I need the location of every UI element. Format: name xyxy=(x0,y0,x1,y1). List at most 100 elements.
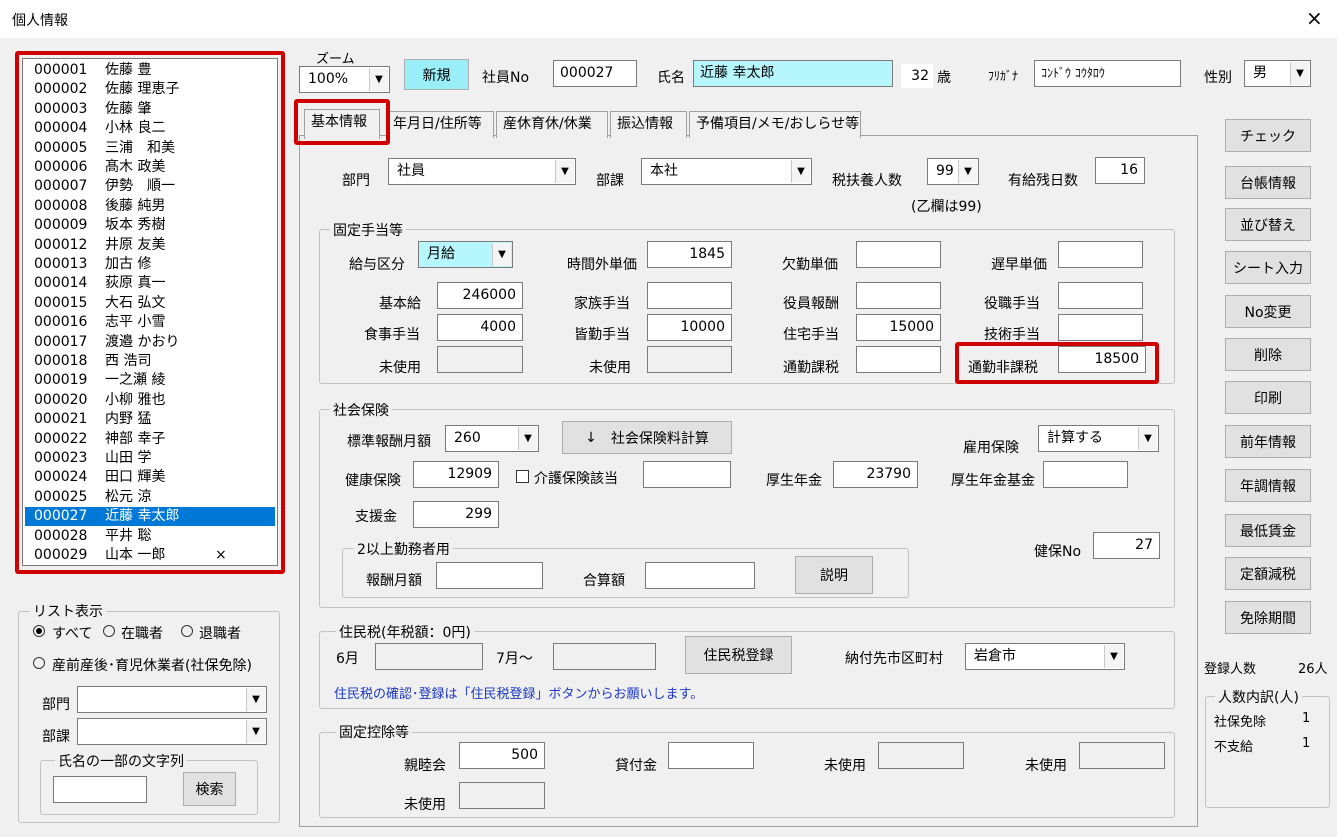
employee-row[interactable]: 000007 伊勢 順一 xyxy=(25,177,275,196)
employee-row[interactable]: 000001 佐藤 豊 xyxy=(25,61,275,80)
absence-field[interactable] xyxy=(856,241,941,268)
care-ins-checkbox[interactable] xyxy=(516,470,529,483)
health-ins-field[interactable]: 12909 xyxy=(413,461,499,488)
employee-row[interactable]: 000005 三浦 和美 xyxy=(25,139,275,158)
sum-field[interactable] xyxy=(645,562,755,589)
tab-dates-address[interactable]: 年月日/住所等 xyxy=(386,111,494,138)
pension-fund-field[interactable] xyxy=(1043,461,1128,488)
family-field[interactable] xyxy=(647,282,732,309)
health-no-field[interactable]: 27 xyxy=(1093,532,1160,559)
employee-row[interactable]: 000018 西 浩司 xyxy=(25,352,275,371)
employee-row[interactable]: 000029 山本 一郎 × xyxy=(25,546,275,565)
commute-tax-field[interactable] xyxy=(856,346,941,373)
employee-row[interactable]: 000002 佐藤 理恵子 xyxy=(25,80,275,99)
loan-field[interactable] xyxy=(668,742,754,769)
employee-row[interactable]: 000006 髙木 政美 xyxy=(25,158,275,177)
employee-row[interactable]: 000003 佐藤 肇 xyxy=(25,100,275,119)
filter-dept-select[interactable]: ▼ xyxy=(77,686,267,713)
side-button-1[interactable]: チェック xyxy=(1225,119,1311,152)
employee-list[interactable]: 000001 佐藤 豊 000002 佐藤 理恵子 000003 佐藤 肇 000004 小林… xyxy=(22,58,278,566)
commute-free-field[interactable]: 18500 xyxy=(1058,346,1146,373)
tab-reserve-memo[interactable]: 予備項目/メモ/おしらせ等 xyxy=(689,111,861,138)
employee-name: 神部 幸子 xyxy=(105,430,166,447)
employee-row[interactable]: 000025 松元 涼 xyxy=(25,488,275,507)
tech-field[interactable] xyxy=(1058,314,1143,341)
furigana-field[interactable]: ｺﾝﾄﾞｳ ｺｳﾀﾛｳ xyxy=(1034,60,1181,87)
dept-select[interactable]: 社員 ▼ xyxy=(388,158,576,185)
register-resident-tax-button[interactable]: 住民税登録 xyxy=(685,636,792,674)
leave-days-field[interactable]: 16 xyxy=(1095,157,1145,184)
radio-all[interactable] xyxy=(33,625,45,637)
monthly-pay-field[interactable] xyxy=(436,562,543,589)
section-select[interactable]: 本社 ▼ xyxy=(641,158,812,185)
side-button-4[interactable]: シート入力 xyxy=(1225,251,1311,284)
meal-field[interactable]: 4000 xyxy=(437,314,523,341)
employee-row[interactable]: 000028 平井 聡 xyxy=(25,527,275,546)
side-button-8[interactable]: 前年情報 xyxy=(1225,425,1311,458)
employee-row[interactable]: 000008 後藤 純男 xyxy=(25,197,275,216)
employee-row[interactable]: 000014 荻原 真一 xyxy=(25,274,275,293)
calc-social-insurance-button[interactable]: ↓ 社会保険料計算 xyxy=(562,421,732,454)
late-field[interactable] xyxy=(1058,241,1143,268)
overtime-field[interactable]: 1845 xyxy=(647,241,732,268)
employee-row[interactable]: 000015 大石 弘文 xyxy=(25,294,275,313)
gender-select[interactable]: 男 ▼ xyxy=(1244,60,1311,87)
emp-no-field[interactable]: 000027 xyxy=(553,60,637,87)
filter-section-select[interactable]: ▼ xyxy=(77,718,267,745)
close-icon[interactable]: × xyxy=(1306,6,1323,30)
side-button-12[interactable]: 免除期間 xyxy=(1225,601,1311,634)
employee-row[interactable]: 000016 志平 小雪 xyxy=(25,313,275,332)
employee-row[interactable]: 000004 小林 良二 xyxy=(25,119,275,138)
employee-row[interactable]: 000021 内野 猛 xyxy=(25,410,275,429)
name-search-input[interactable] xyxy=(53,776,147,803)
search-button[interactable]: 検索 xyxy=(183,772,236,806)
std-pay-select[interactable]: 260 ▼ xyxy=(445,425,539,452)
side-button-3[interactable]: 並び替え xyxy=(1225,208,1311,241)
side-button-11[interactable]: 定額減税 xyxy=(1225,557,1311,590)
position-field[interactable] xyxy=(1058,282,1143,309)
care-ins-field[interactable] xyxy=(643,461,731,488)
employee-row[interactable]: 000019 一之瀬 綾 xyxy=(25,371,275,390)
employment-ins-select[interactable]: 計算する ▼ xyxy=(1038,425,1159,452)
base-pay-field[interactable]: 246000 xyxy=(437,282,523,309)
city-select[interactable]: 岩倉市 ▼ xyxy=(965,643,1125,670)
pay-type-select[interactable]: 月給 ▼ xyxy=(418,241,513,268)
support-field[interactable]: 299 xyxy=(413,501,499,528)
zoom-select[interactable]: 100% ▼ xyxy=(299,66,390,93)
attendance-field[interactable]: 10000 xyxy=(647,314,732,341)
unused-a-field xyxy=(878,742,964,769)
employee-row[interactable]: 000012 井原 友美 xyxy=(25,236,275,255)
employee-row[interactable]: 000013 加古 修 xyxy=(25,255,275,274)
emp-no-label: 社員No xyxy=(482,70,530,86)
side-button-9[interactable]: 年調情報 xyxy=(1225,469,1311,502)
employee-code: 000009 xyxy=(34,217,88,234)
new-button[interactable]: 新規 xyxy=(404,59,469,90)
employee-row[interactable]: 000024 田口 輝美 xyxy=(25,468,275,487)
pension-field[interactable]: 23790 xyxy=(833,461,918,488)
employee-name: 荻原 真一 xyxy=(105,275,166,292)
employee-row[interactable]: 000020 小柳 雅也 xyxy=(25,391,275,410)
side-button-6[interactable]: 削除 xyxy=(1225,338,1311,371)
radio-active[interactable] xyxy=(103,625,115,637)
radio-retired[interactable] xyxy=(181,625,193,637)
officer-field[interactable] xyxy=(856,282,941,309)
employee-row[interactable]: 000009 坂本 秀樹 xyxy=(25,216,275,235)
name-field[interactable]: 近藤 幸太郎 xyxy=(693,60,893,87)
side-button-10[interactable]: 最低賃金 xyxy=(1225,514,1311,547)
side-button-2[interactable]: 台帳情報 xyxy=(1225,166,1311,199)
dependents-select[interactable]: 99 ▼ xyxy=(927,158,979,185)
tab-maternity-leave[interactable]: 産休育休/休業 xyxy=(496,111,608,138)
radio-leave[interactable] xyxy=(33,657,45,669)
tab-transfer-info[interactable]: 振込情報 xyxy=(610,111,687,138)
employee-row[interactable]: 000023 山田 学 xyxy=(25,449,275,468)
side-button-7[interactable]: 印刷 xyxy=(1225,381,1311,414)
explain-button[interactable]: 説明 xyxy=(795,556,873,594)
employee-row[interactable]: 000017 渡邉 かおり xyxy=(25,333,275,352)
employee-row[interactable]: 000022 神部 幸子 xyxy=(25,430,275,449)
side-button-5[interactable]: No変更 xyxy=(1225,295,1311,328)
club-field[interactable]: 500 xyxy=(459,742,545,769)
name-search-legend: 氏名の一部の文字列 xyxy=(55,751,187,771)
employee-row[interactable]: 000027 近藤 幸太郎 xyxy=(25,507,275,527)
july-field xyxy=(553,643,656,670)
housing-field[interactable]: 15000 xyxy=(856,314,941,341)
